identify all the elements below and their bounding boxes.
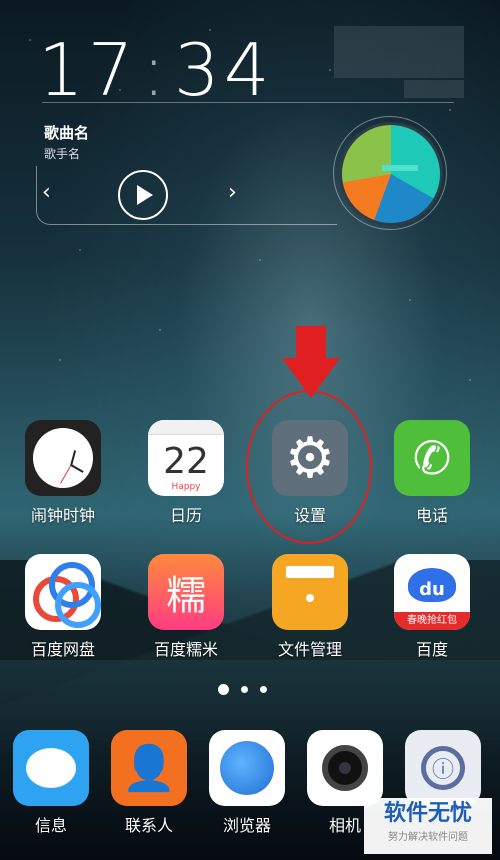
app-messages[interactable]: 信息 <box>6 730 96 836</box>
nuomi-icon: 糯 <box>148 554 224 630</box>
app-file-manager[interactable]: 文件管理 <box>265 554 355 660</box>
app-label: 百度糯米 <box>153 640 218 659</box>
app-label: 日历 <box>169 506 202 525</box>
app-browser[interactable]: 浏览器 <box>202 730 292 836</box>
app-settings[interactable]: ⚙ 设置 <box>265 420 355 526</box>
play-button[interactable] <box>118 170 168 220</box>
app-phone[interactable]: ✆ 电话 <box>387 420 477 526</box>
page-dot <box>241 686 248 693</box>
song-title: 歌曲名 <box>44 124 90 142</box>
album-art[interactable] <box>339 122 443 226</box>
lock-glyph: ⓘ <box>421 746 465 790</box>
redacted-weekday <box>404 80 464 98</box>
globe-icon <box>209 730 285 806</box>
annotation-arrow-icon <box>296 326 326 360</box>
baidu-banner: 春晚抢红包 <box>394 612 470 630</box>
baidu-paw-icon: du 春晚抢红包 <box>394 554 470 630</box>
watermark-subtitle: 努力解决软件问题 <box>388 832 468 843</box>
app-contacts[interactable]: 👤 联系人 <box>104 730 194 836</box>
app-label: 电话 <box>415 506 448 525</box>
app-label: 联系人 <box>124 816 173 835</box>
app-label: 信息 <box>34 816 67 835</box>
page-dot-active <box>218 684 229 695</box>
song-artist: 歌手名 <box>44 147 81 161</box>
camera-icon <box>307 730 383 806</box>
clock-hour: 17 <box>38 28 138 112</box>
message-icon <box>13 730 89 806</box>
app-baidu-nuomi[interactable]: 糯 百度糯米 <box>141 554 231 660</box>
app-label: 百度 <box>415 640 448 659</box>
contacts-icon: 👤 <box>111 730 187 806</box>
clock-icon <box>25 420 101 496</box>
folder-icon <box>272 554 348 630</box>
calendar-sub: Happy <box>171 482 201 492</box>
music-player-frame <box>36 166 337 225</box>
baidu-du-text: du <box>408 568 456 602</box>
app-baidu-netdisk[interactable]: 百度网盘 <box>18 554 108 660</box>
clock-colon: : <box>141 28 170 112</box>
redacted-date <box>334 26 464 78</box>
previous-track-button[interactable]: ‹ <box>42 180 51 205</box>
clock-minute: 34 <box>173 28 274 112</box>
clock-divider <box>42 102 454 103</box>
app-clock[interactable]: 闹钟时钟 <box>18 420 108 526</box>
play-icon <box>137 185 153 205</box>
cloud-disk-icon <box>25 554 101 630</box>
phone-icon: ✆ <box>394 420 470 496</box>
calendar-icon: 22 Happy <box>148 420 224 496</box>
watermark-logo: 软件无忧 努力解决软件问题 <box>364 798 492 854</box>
clock-face <box>33 428 93 488</box>
app-label: 设置 <box>293 506 326 525</box>
page-dot <box>260 686 267 693</box>
watermark-title: 软件无忧 <box>383 801 472 826</box>
calendar-day: 22 <box>163 441 209 482</box>
app-label: 百度网盘 <box>30 640 95 659</box>
app-baidu[interactable]: du 春晚抢红包 百度 <box>387 554 477 660</box>
app-label: 浏览器 <box>222 816 271 835</box>
next-track-button[interactable]: › <box>228 180 237 205</box>
app-label: 文件管理 <box>277 640 342 659</box>
app-vault[interactable]: ⓘ <box>398 730 488 806</box>
gear-icon: ⚙ <box>272 420 348 496</box>
page-indicator[interactable] <box>218 684 267 695</box>
app-calendar[interactable]: 22 Happy 日历 <box>141 420 231 526</box>
app-label: 闹钟时钟 <box>30 506 95 525</box>
clock-widget[interactable]: 17:34 <box>38 28 274 112</box>
lock-icon: ⓘ <box>405 730 481 806</box>
